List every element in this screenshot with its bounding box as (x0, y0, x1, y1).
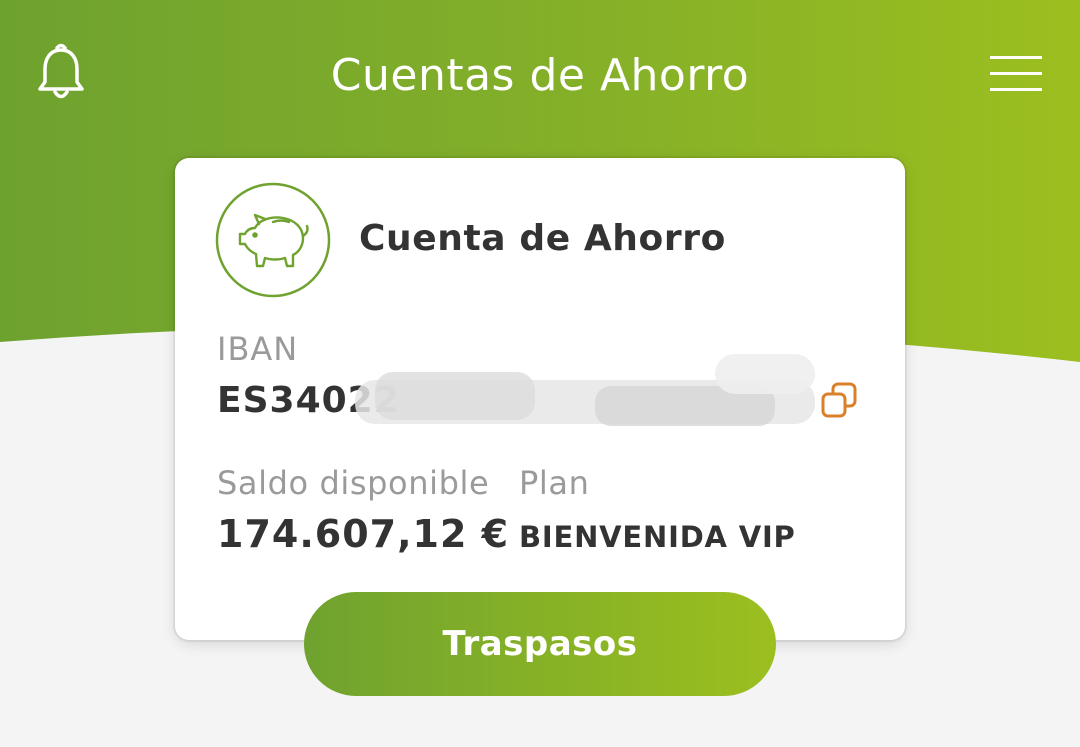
plan-label: Plan (519, 464, 590, 502)
iban-label: IBAN (217, 330, 299, 368)
piggy-bank-icon (215, 182, 331, 298)
balance-label: Saldo disponible (217, 464, 490, 502)
hamburger-menu-icon (990, 56, 1042, 91)
account-title: Cuenta de Ahorro (359, 218, 726, 259)
page-title: Cuentas de Ahorro (330, 50, 750, 101)
plan-value: BIENVENIDA VIP (519, 520, 796, 554)
account-card[interactable]: Cuenta de Ahorro IBAN ES34022 Saldo disp… (175, 158, 905, 640)
savings-accounts-screen: Cuentas de Ahorro Cuenta de Ahorro IBAN (0, 0, 1080, 747)
copy-iban-button[interactable] (819, 380, 861, 422)
menu-button[interactable] (984, 50, 1048, 96)
copy-icon (821, 382, 857, 418)
iban-redaction (355, 350, 815, 440)
transfers-button[interactable]: Traspasos (304, 592, 776, 696)
balance-value: 174.607,12 € (217, 512, 510, 556)
